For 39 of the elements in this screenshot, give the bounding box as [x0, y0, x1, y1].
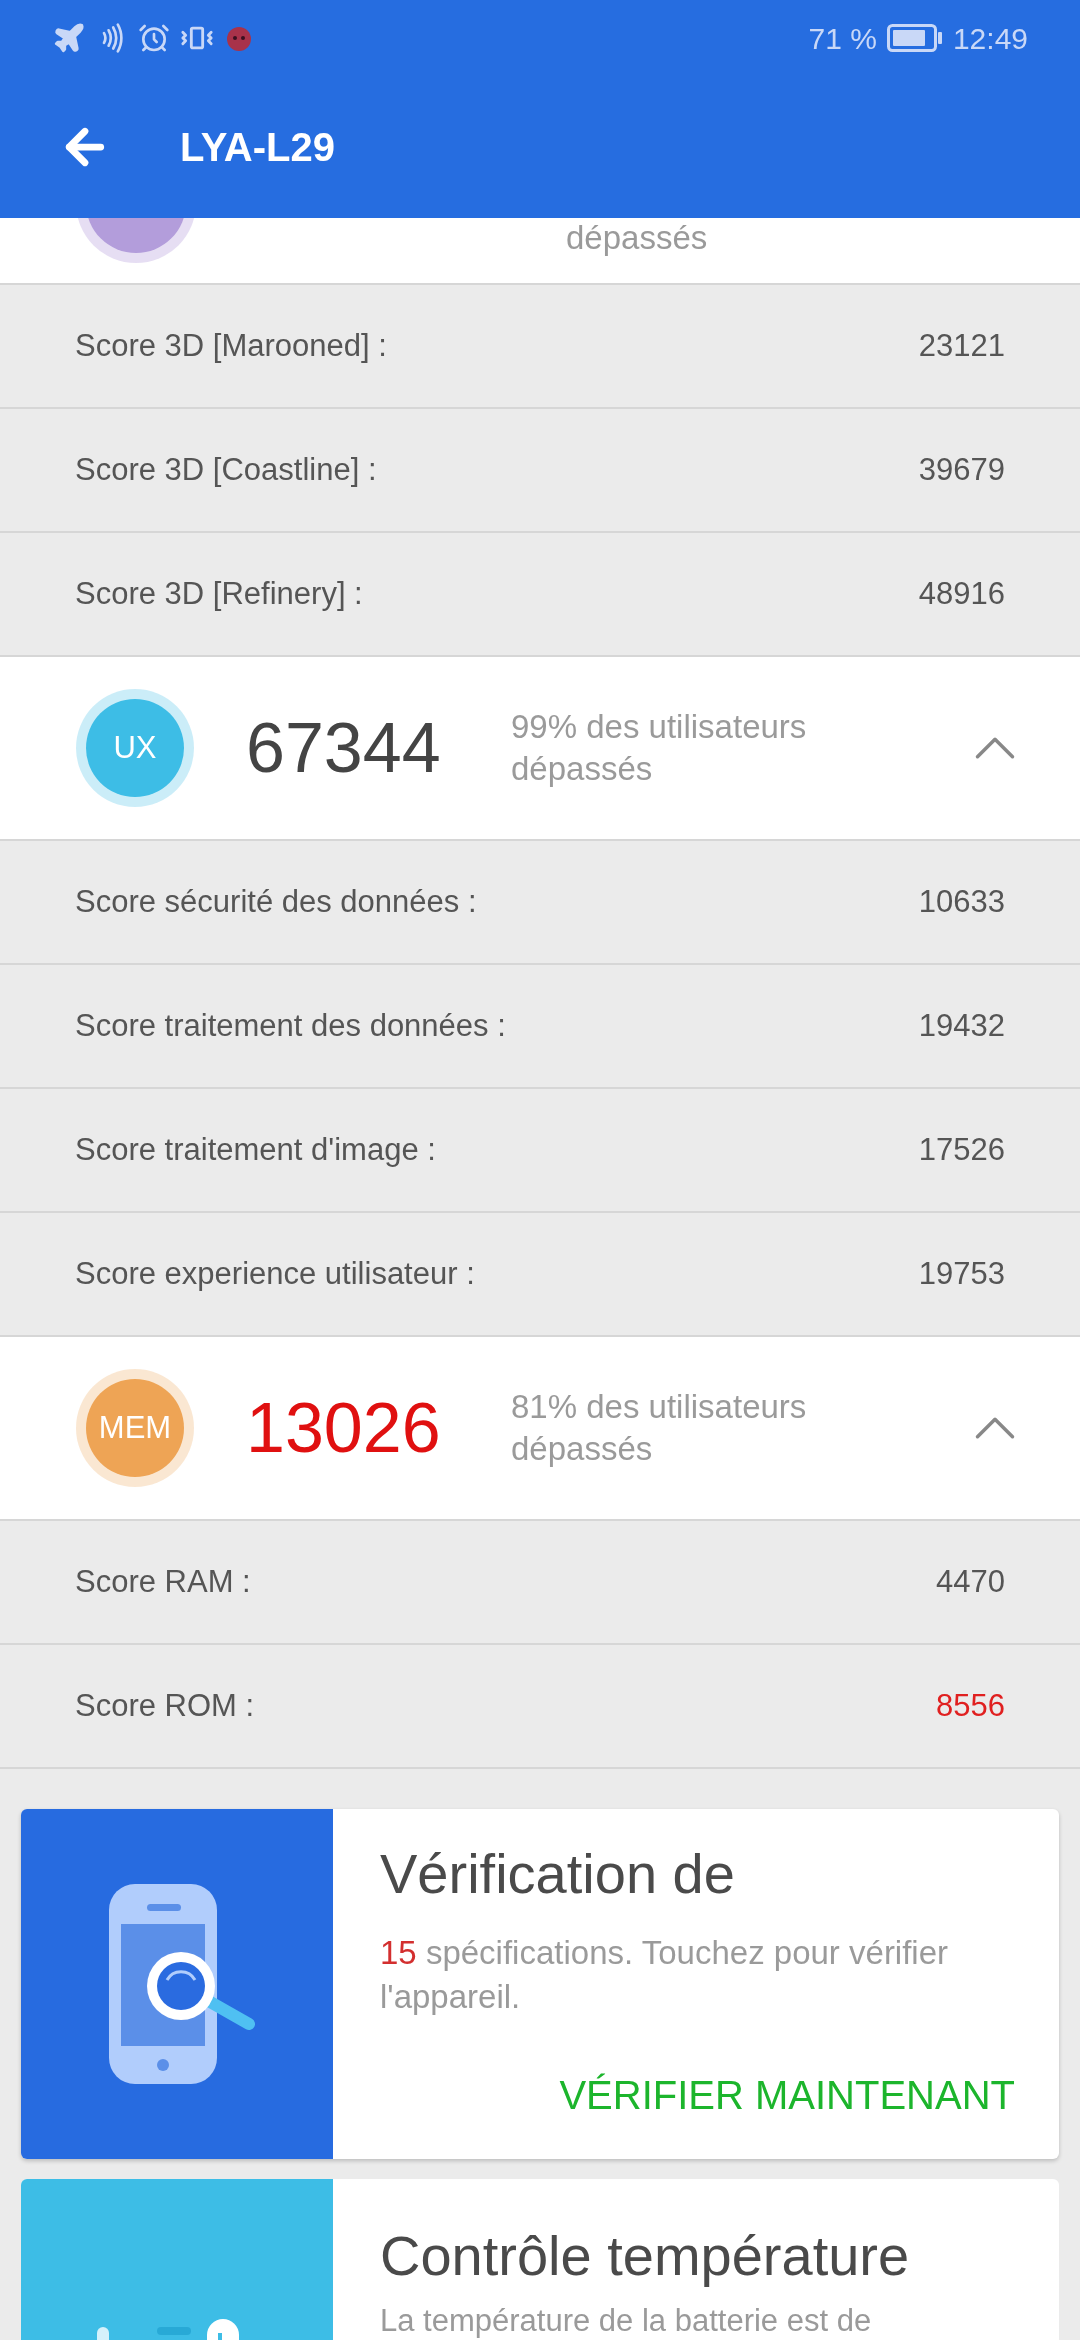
score-label: Score experience utilisateur : — [75, 1254, 475, 1293]
alarm-icon — [138, 22, 170, 54]
airplane-mode-icon — [52, 21, 86, 55]
score-value: 19753 — [918, 1254, 1005, 1293]
score-value: 39679 — [918, 450, 1005, 489]
battery-percentage: 71 % — [808, 20, 877, 57]
total-score: 13026 — [246, 1387, 442, 1469]
clock-time: 12:49 — [952, 20, 1028, 57]
score-value: 19432 — [918, 1006, 1005, 1045]
card-description: 15 spécifications. Touchez pour vérifier l'appareil. — [380, 1933, 950, 2017]
score-label: Score 3D [Marooned] : — [75, 326, 387, 365]
category-badge: UX — [86, 699, 184, 797]
users-surpassed-text: 81% des utilisateurs dépassés — [511, 1387, 808, 1469]
total-score: 67344 — [246, 707, 442, 789]
score-label: Score RAM : — [75, 1562, 251, 1601]
users-surpassed-text: dépassés — [566, 218, 708, 258]
temperature-control-card[interactable]: Contrôle température La température de la batterie est de — [21, 2179, 1059, 2340]
score-label: Score 3D [Refinery] : — [75, 574, 363, 613]
users-surpassed-text: 99% des utilisateurs dépassés — [511, 707, 808, 789]
card-title: Contrôle température — [380, 2223, 911, 2289]
device-verification-card[interactable]: Vérification de 15 spécifications. Touchez pour vérifier l'appareil. VÉRIFIER MAINTENANT — [21, 1809, 1059, 2159]
score-label: Score traitement des données : — [75, 1006, 506, 1045]
score-value: 17526 — [918, 1130, 1005, 1169]
screen-title: LYA-L29 — [180, 124, 335, 171]
category-badge: MEM — [86, 1379, 184, 1477]
score-value: 23121 — [918, 326, 1005, 365]
score-label: Score 3D [Coastline] : — [75, 450, 377, 489]
score-label: Score sécurité des données : — [75, 882, 477, 921]
score-value: 48916 — [918, 574, 1005, 613]
score-label: Score ROM : — [75, 1686, 255, 1725]
card-title: Vérification de — [380, 1841, 736, 1907]
score-value: 10633 — [918, 882, 1005, 921]
score-label: Score traitement d'image : — [75, 1130, 436, 1169]
card-description: La température de la batterie est de — [380, 2302, 873, 2340]
section-header[interactable]: UX 67344 99% des utilisateurs dépassés — [0, 657, 1080, 841]
score-value: 4470 — [936, 1562, 1005, 1601]
section-header[interactable]: MEM 13026 81% des utilisateurs dépassés — [0, 1337, 1080, 1521]
score-value: 8556 — [936, 1686, 1005, 1725]
battery-icon — [886, 24, 943, 52]
